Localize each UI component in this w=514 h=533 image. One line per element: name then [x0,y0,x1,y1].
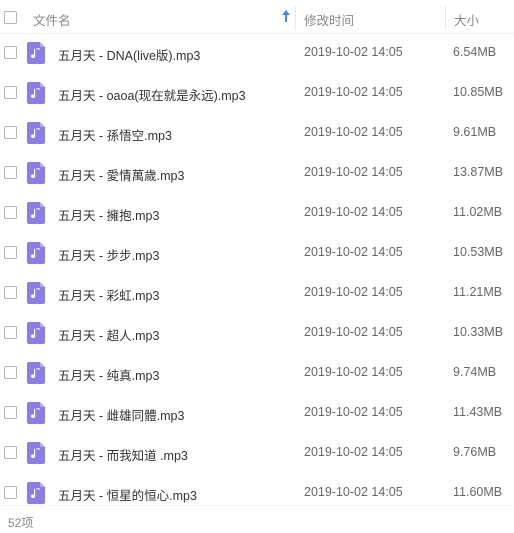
file-row[interactable]: 五月天 - 愛情萬歲.mp3 2019-10-02 14:05 13.87MB [0,153,514,193]
audio-file-icon [27,162,45,184]
file-name[interactable]: 五月天 - oaoa(现在就是永远).mp3 [58,85,246,104]
file-name[interactable]: 五月天 - 愛情萬歲.mp3 [58,165,184,184]
file-modified-time: 2019-10-02 14:05 [304,365,403,379]
audio-file-icon [27,282,45,304]
row-checkbox[interactable] [4,206,17,219]
row-checkbox[interactable] [4,406,17,419]
file-name[interactable]: 五月天 - 纯真.mp3 [58,365,159,384]
file-size: 10.53MB [453,245,504,259]
file-name[interactable]: 五月天 - 彩虹.mp3 [58,285,159,304]
file-row[interactable]: 五月天 - 纯真.mp3 2019-10-02 14:05 9.74MB [0,353,514,393]
file-name[interactable]: 五月天 - 擁抱.mp3 [58,205,159,224]
file-modified-time: 2019-10-02 14:05 [304,85,403,99]
row-checkbox[interactable] [4,86,17,99]
file-name[interactable]: 五月天 - 而我知道 .mp3 [58,445,188,464]
file-modified-time: 2019-10-02 14:05 [304,165,403,179]
file-name[interactable]: 五月天 - 雌雄同體.mp3 [58,405,184,424]
row-checkbox[interactable] [4,326,17,339]
file-row[interactable]: 五月天 - 彩虹.mp3 2019-10-02 14:05 11.21MB [0,273,514,313]
file-modified-time: 2019-10-02 14:05 [304,205,403,219]
audio-file-icon [27,362,45,384]
file-name[interactable]: 五月天 - 超人.mp3 [58,325,159,344]
file-row[interactable]: 五月天 - 超人.mp3 2019-10-02 14:05 10.33MB [0,313,514,353]
file-name[interactable]: 五月天 - 步步.mp3 [58,245,159,264]
column-header-time[interactable]: 修改时间 [304,10,354,29]
audio-file-icon [27,482,45,504]
file-size: 11.43MB [453,405,503,419]
select-all-checkbox[interactable] [4,11,17,24]
file-row[interactable]: 五月天 - 而我知道 .mp3 2019-10-02 14:05 9.76MB [0,433,514,473]
file-size: 9.61MB [453,125,497,139]
row-checkbox[interactable] [4,46,17,59]
file-size: 6.54MB [453,45,497,59]
audio-file-icon [27,202,45,224]
file-row[interactable]: 五月天 - DNA(live版).mp3 2019-10-02 14:05 6.54… [0,33,514,73]
audio-file-icon [27,442,45,464]
file-size: 11.21MB [453,285,503,299]
column-header-name[interactable]: 文件名 [33,10,71,29]
row-checkbox[interactable] [4,126,17,139]
column-header-size[interactable]: 大小 [454,10,479,29]
row-checkbox[interactable] [4,246,17,259]
file-modified-time: 2019-10-02 14:05 [304,125,403,139]
audio-file-icon [27,402,45,424]
column-divider[interactable] [295,6,296,30]
audio-file-icon [27,42,45,64]
file-size: 10.33MB [453,325,504,339]
audio-file-icon [27,242,45,264]
file-name[interactable]: 五月天 - DNA(live版).mp3 [58,45,200,64]
file-name[interactable]: 五月天 - 恒星的恒心.mp3 [58,485,197,504]
file-size: 9.74MB [453,365,497,379]
file-row[interactable]: 五月天 - 孫悟空.mp3 2019-10-02 14:05 9.61MB [0,113,514,153]
column-divider[interactable] [445,6,446,30]
file-modified-time: 2019-10-02 14:05 [304,325,403,339]
row-checkbox[interactable] [4,166,17,179]
file-size: 11.60MB [453,485,503,499]
file-modified-time: 2019-10-02 14:05 [304,285,403,299]
row-checkbox[interactable] [4,486,17,499]
file-list-header: 文件名 修改时间 大小 [0,0,514,34]
sort-ascending-icon[interactable] [281,9,291,23]
file-size: 11.02MB [453,205,503,219]
file-row[interactable]: 五月天 - 擁抱.mp3 2019-10-02 14:05 11.02MB [0,193,514,233]
item-count: 52项 [8,516,34,530]
file-modified-time: 2019-10-02 14:05 [304,245,403,259]
file-name[interactable]: 五月天 - 孫悟空.mp3 [58,125,172,144]
file-list-footer: 52项 [0,505,514,533]
file-size: 10.85MB [453,85,504,99]
file-row[interactable]: 五月天 - 雌雄同體.mp3 2019-10-02 14:05 11.43MB [0,393,514,433]
file-row[interactable]: 五月天 - oaoa(现在就是永远).mp3 2019-10-02 14:05 10… [0,73,514,113]
file-size: 9.76MB [453,445,497,459]
row-checkbox[interactable] [4,446,17,459]
audio-file-icon [27,122,45,144]
file-size: 13.87MB [453,165,504,179]
row-checkbox[interactable] [4,286,17,299]
audio-file-icon [27,322,45,344]
file-modified-time: 2019-10-02 14:05 [304,485,403,499]
file-modified-time: 2019-10-02 14:05 [304,45,403,59]
file-modified-time: 2019-10-02 14:05 [304,445,403,459]
file-modified-time: 2019-10-02 14:05 [304,405,403,419]
file-row[interactable]: 五月天 - 步步.mp3 2019-10-02 14:05 10.53MB [0,233,514,273]
audio-file-icon [27,82,45,104]
row-checkbox[interactable] [4,366,17,379]
